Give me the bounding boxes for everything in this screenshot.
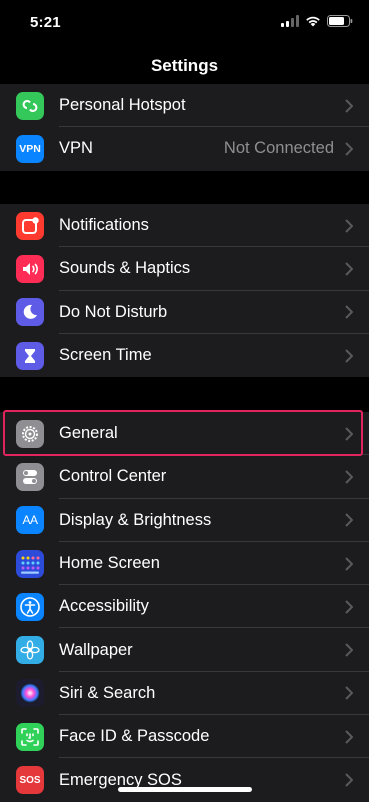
vpn-status-value: Not Connected (223, 139, 334, 158)
chevron-right-icon (345, 513, 353, 527)
chevron-right-icon (345, 643, 353, 657)
chevron-right-icon (345, 426, 353, 441)
vpn-icon: VPN (16, 134, 44, 163)
toggles-icon (16, 462, 44, 491)
notifications-icon (16, 211, 44, 240)
chevron-right-icon (345, 556, 353, 571)
chevron-right-icon (345, 218, 353, 233)
row-label: VPN (59, 139, 93, 158)
row-label: Do Not Disturb (59, 302, 168, 321)
speaker-icon (16, 254, 44, 283)
settings-group-network: Personal Hotspot VPN VPN Not Connected (0, 84, 369, 171)
display-icon: AA (16, 506, 44, 535)
battery-icon (327, 15, 353, 27)
row-do-not-disturb[interactable]: Do Not Disturb (0, 291, 369, 334)
chevron-right-icon (345, 305, 353, 319)
home-grid-icon (16, 549, 44, 578)
row-label: Wallpaper (59, 640, 133, 659)
status-time: 5:21 (30, 14, 61, 31)
row-wallpaper[interactable]: Wallpaper (0, 628, 369, 672)
row-general[interactable]: General (0, 412, 369, 456)
chevron-right-icon (345, 348, 353, 363)
row-label: Display & Brightness (59, 510, 212, 529)
row-personal-hotspot[interactable]: Personal Hotspot (0, 84, 369, 128)
nav-bar: Settings (0, 44, 369, 84)
chevron-right-icon (345, 773, 353, 787)
chevron-right-icon (345, 142, 353, 156)
chevron-right-icon (345, 600, 353, 614)
page-title: Settings (150, 56, 219, 75)
row-notifications[interactable]: Notifications (0, 204, 369, 248)
settings-group-alerts: Notifications Sounds & Haptics Do Not Di… (0, 204, 369, 378)
row-label: General (59, 424, 118, 443)
flower-icon (16, 636, 44, 665)
home-indicator[interactable] (118, 787, 252, 792)
accessibility-icon (16, 592, 44, 621)
chevron-right-icon (345, 686, 353, 701)
wifi-icon (306, 16, 320, 27)
status-icons (281, 15, 353, 27)
hourglass-icon (16, 341, 44, 370)
siri-icon (16, 679, 44, 708)
row-label: Personal Hotspot (59, 96, 186, 115)
row-display-brightness[interactable]: AA Display & Brightness (0, 499, 369, 542)
row-screen-time[interactable]: Screen Time (0, 334, 369, 377)
chevron-right-icon (345, 262, 353, 276)
moon-icon (16, 298, 44, 327)
hotspot-icon (16, 91, 44, 120)
status-bar: 5:21 (0, 0, 369, 44)
row-label: Accessibility (59, 597, 149, 616)
row-home-screen[interactable]: Home Screen (0, 542, 369, 586)
face-id-icon (16, 722, 44, 751)
chevron-right-icon (345, 98, 353, 113)
cellular-signal-icon (281, 15, 299, 27)
row-label: Siri & Search (59, 683, 156, 702)
sos-icon: SOS (16, 766, 44, 795)
row-label: Notifications (59, 216, 149, 235)
row-emergency-sos[interactable]: SOS Emergency SOS (0, 758, 369, 801)
row-label: Control Center (59, 467, 167, 486)
settings-group-general: General Control Center AA Display & Brig… (0, 412, 369, 802)
row-sounds-haptics[interactable]: Sounds & Haptics (0, 247, 369, 291)
row-label: Home Screen (59, 554, 160, 573)
gear-icon (16, 419, 44, 448)
row-label: Sounds & Haptics (59, 259, 191, 278)
chevron-right-icon (345, 730, 353, 744)
row-label: Screen Time (59, 346, 152, 365)
row-face-id-passcode[interactable]: Face ID & Passcode (0, 715, 369, 759)
row-vpn[interactable]: VPN VPN Not Connected (0, 127, 369, 170)
row-label: Face ID & Passcode (59, 727, 210, 746)
row-siri-search[interactable]: Siri & Search (0, 672, 369, 716)
row-accessibility[interactable]: Accessibility (0, 585, 369, 629)
chevron-right-icon (345, 470, 353, 484)
row-control-center[interactable]: Control Center (0, 455, 369, 499)
